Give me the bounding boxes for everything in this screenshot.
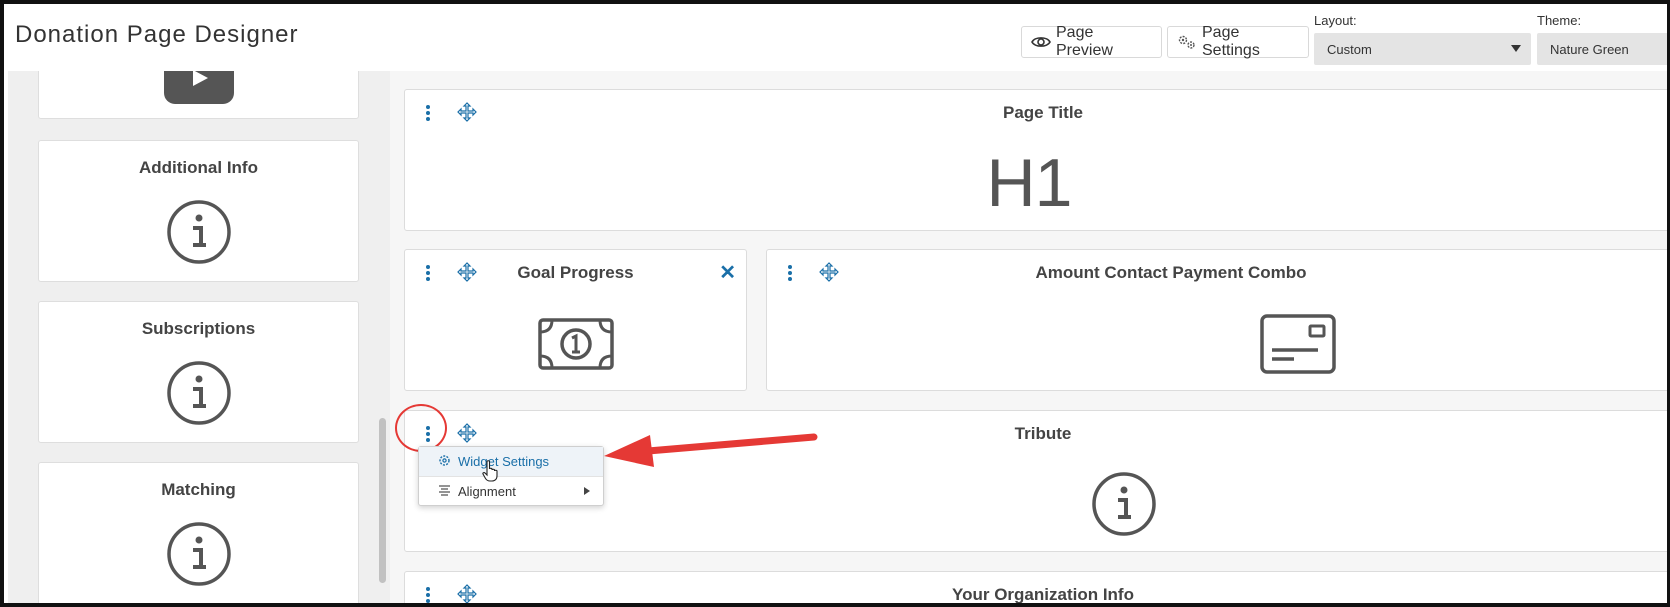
layout-value: Custom	[1327, 41, 1372, 57]
sidebar-item-label: Subscriptions	[141, 319, 256, 338]
layout-select[interactable]: Custom	[1314, 33, 1531, 65]
widget-title: Tribute	[1014, 424, 1072, 443]
page-preview-label: Page Preview	[1056, 24, 1113, 59]
widget-goal-progress[interactable]: Goal Progress ✕	[404, 249, 747, 391]
info-circle-icon	[1091, 471, 1157, 542]
heading-preview: H1	[986, 145, 1073, 221]
widget-amount-contact-payment[interactable]: Amount Contact Payment Combo	[766, 249, 1667, 391]
layout-label: Layout:	[1314, 13, 1357, 28]
widget-context-menu: Widget Settings Alignment	[418, 446, 604, 506]
gear-icon	[438, 454, 451, 470]
widget-page-title[interactable]: Page Title H1	[404, 89, 1667, 231]
highlight-circle	[395, 404, 447, 452]
chevron-down-icon	[1511, 45, 1521, 52]
theme-value: Nature Green	[1550, 41, 1629, 57]
video-play-icon	[163, 71, 234, 109]
eye-icon	[1031, 35, 1051, 49]
page-settings-label: Page Settings	[1202, 24, 1260, 59]
sidebar-item-label: Matching	[161, 480, 236, 499]
menu-item-alignment[interactable]: Alignment	[419, 476, 603, 505]
sidebar-item-video[interactable]	[38, 71, 359, 119]
app-window: Donation Page Designer Page Preview Page…	[0, 0, 1670, 607]
widget-title: Page Title	[1003, 103, 1083, 122]
info-circle-icon	[166, 360, 232, 431]
hand-cursor-icon	[482, 460, 500, 487]
page-settings-button[interactable]: Page Settings	[1167, 24, 1309, 59]
theme-select[interactable]: Nature Green	[1537, 33, 1667, 65]
annotation-arrow	[600, 429, 820, 478]
sidebar-item-label: Additional Info	[139, 158, 258, 177]
sidebar-item-subscriptions[interactable]: Subscriptions	[38, 301, 359, 443]
menu-item-label: Widget Settings	[458, 454, 550, 469]
widget-title: Your Organization Info	[952, 585, 1134, 604]
sidebar-item-matching[interactable]: Matching	[38, 462, 359, 603]
credit-card-icon	[1260, 314, 1336, 379]
page-preview-button[interactable]: Page Preview	[1021, 24, 1162, 59]
sidebar-scrollbar[interactable]	[379, 418, 386, 583]
widget-organization-info[interactable]: Your Organization Info	[404, 571, 1667, 604]
info-circle-icon	[166, 521, 232, 592]
sidebar-item-additional-info[interactable]: Additional Info	[38, 140, 359, 282]
design-canvas: Page Title H1 Goal Progress ✕ Amount Con…	[390, 71, 1667, 604]
widget-title: Amount Contact Payment Combo	[1035, 263, 1307, 282]
info-circle-icon	[166, 199, 232, 270]
gears-icon	[1177, 34, 1197, 50]
chevron-right-icon	[584, 487, 590, 495]
money-bill-icon	[537, 318, 614, 375]
menu-item-widget-settings[interactable]: Widget Settings	[419, 447, 603, 476]
widget-title: Goal Progress	[517, 263, 634, 282]
page-title: Donation Page Designer	[15, 21, 299, 48]
align-icon	[438, 484, 451, 499]
theme-label: Theme:	[1537, 13, 1582, 28]
close-icon[interactable]: ✕	[719, 260, 736, 285]
widget-sidebar: Additional Info Subscriptions Matching	[8, 71, 390, 603]
